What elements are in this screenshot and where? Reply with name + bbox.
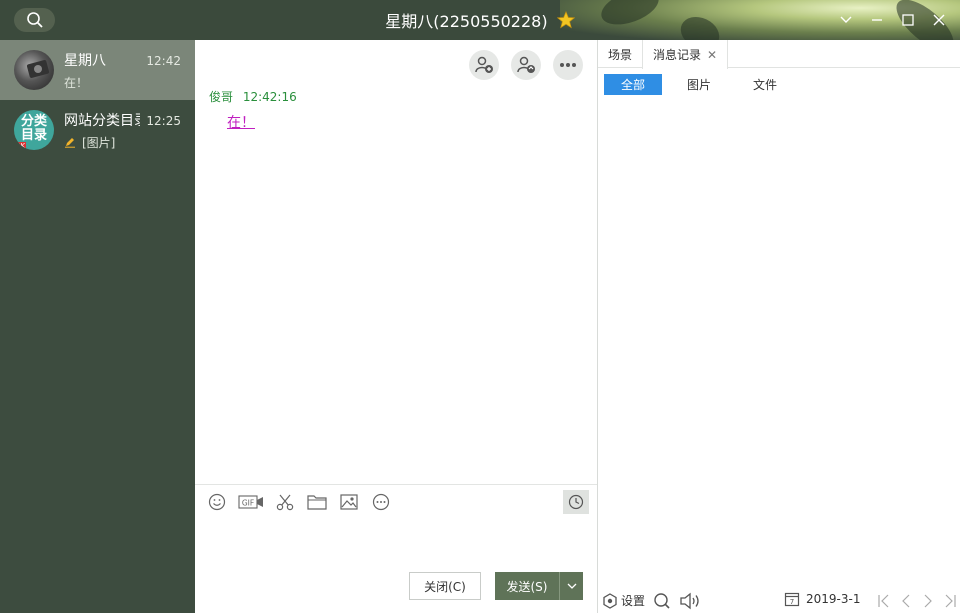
- screenshot-button[interactable]: [273, 490, 297, 514]
- chevron-down-icon: [840, 16, 851, 23]
- history-pager: [875, 592, 959, 610]
- send-image-button[interactable]: [337, 490, 361, 514]
- send-button-group: 发送(S): [495, 572, 583, 600]
- conversation-item[interactable]: 分类 目录 2K 网站分类目录 [图片] 12:25: [0, 100, 195, 160]
- more-tools-button[interactable]: [369, 490, 393, 514]
- gif-icon: GIF: [238, 495, 263, 509]
- send-button[interactable]: 发送(S): [495, 572, 559, 600]
- input-divider: [195, 484, 597, 485]
- add-user-icon: [475, 56, 493, 73]
- avatar: 分类 目录 2K: [14, 110, 54, 150]
- share-contact-button[interactable]: [511, 50, 541, 80]
- window-title: 星期八(2250550228): [0, 8, 960, 32]
- conversation-time: 12:25: [146, 114, 181, 128]
- close-window-button[interactable]: [923, 8, 954, 32]
- input-toolbar: GIF: [205, 490, 393, 514]
- svg-text:7: 7: [790, 598, 794, 606]
- message-text[interactable]: 在！: [227, 112, 255, 132]
- more-icon: [560, 63, 576, 67]
- dropdown-button[interactable]: [830, 8, 861, 32]
- avatar: [14, 50, 54, 90]
- user-share-icon: [517, 56, 535, 73]
- first-page-button[interactable]: [875, 592, 893, 610]
- speaker-icon: [680, 592, 699, 609]
- date-picker[interactable]: 7 2019-3-1: [784, 591, 860, 607]
- conversation-name: 星期八: [64, 52, 106, 69]
- conversation-last-message: 在！: [64, 75, 89, 90]
- message-sender: 俊哥: [209, 90, 234, 104]
- chevron-left-icon: [902, 594, 910, 608]
- history-footer: 设置 7 2019-3-1: [598, 588, 960, 613]
- conversation-time: 12:42: [146, 54, 181, 68]
- settings-button[interactable]: 设置: [602, 592, 645, 609]
- side-panel: 场景 消息记录 ✕ 全部 图片 文件 设置 7 2019-3-1: [597, 40, 960, 613]
- message-header: 俊哥 12:42:16: [209, 88, 297, 105]
- filter-images[interactable]: 图片: [670, 74, 728, 95]
- first-page-icon: [878, 594, 889, 608]
- filter-all[interactable]: 全部: [604, 74, 662, 95]
- scissors-icon: [276, 494, 294, 511]
- emoji-button[interactable]: [205, 490, 229, 514]
- previous-page-button[interactable]: [897, 592, 915, 610]
- search-icon: [654, 592, 670, 609]
- window-title-text: 星期八(2250550228): [385, 12, 548, 31]
- tab-message-history[interactable]: 消息记录 ✕: [642, 40, 729, 69]
- emoji-icon: [208, 493, 226, 511]
- image-icon: [340, 494, 358, 510]
- title-bar: 星期八(2250550228): [0, 0, 960, 40]
- maximize-icon: [901, 14, 914, 26]
- conversation-item[interactable]: 星期八 在！ 12:42: [0, 40, 195, 100]
- avatar-image: [26, 60, 50, 78]
- close-button[interactable]: 关闭(C): [409, 572, 481, 600]
- side-panel-tabs: 场景 消息记录 ✕: [598, 40, 960, 69]
- message-history-button[interactable]: [563, 490, 589, 514]
- gear-icon: [603, 592, 617, 609]
- more-options-button[interactable]: [553, 50, 583, 80]
- history-filters: 全部 图片 文件: [604, 74, 794, 95]
- more-circle-icon: [372, 493, 390, 511]
- close-tab-icon[interactable]: ✕: [707, 48, 717, 62]
- conversation-list: 星期八 在！ 12:42 分类 目录 2K 网站分类目录 [图片] 12:25: [0, 40, 195, 613]
- search-history-button[interactable]: [653, 592, 671, 610]
- folder-icon: [307, 495, 327, 510]
- conversation-last-message: [图片]: [64, 134, 195, 151]
- calendar-icon: 7: [784, 592, 800, 607]
- star-icon: [556, 11, 575, 29]
- send-file-button[interactable]: [305, 490, 329, 514]
- svg-text:GIF: GIF: [242, 499, 254, 508]
- last-page-button[interactable]: [941, 592, 959, 610]
- minimize-icon: [871, 19, 882, 21]
- last-page-icon: [945, 594, 956, 608]
- minimize-button[interactable]: [861, 8, 892, 32]
- draft-pencil-icon: [65, 138, 75, 148]
- volume-button[interactable]: [679, 592, 701, 610]
- avatar-badge: 2K: [15, 142, 27, 150]
- send-options-button[interactable]: [559, 572, 583, 600]
- tab-scene[interactable]: 场景: [598, 40, 642, 68]
- chevron-down-icon: [567, 583, 576, 589]
- filter-files[interactable]: 文件: [736, 74, 794, 95]
- gif-button[interactable]: GIF: [237, 490, 265, 514]
- selected-date: 2019-3-1: [806, 592, 861, 606]
- add-friend-button[interactable]: [469, 50, 499, 80]
- conversation-name: 网站分类目录: [64, 112, 140, 129]
- clock-icon: [568, 494, 584, 510]
- close-icon: [933, 14, 944, 26]
- chat-panel: 俊哥 12:42:16 在！ GIF 关闭(C) 发送(S): [195, 40, 597, 613]
- maximize-button[interactable]: [892, 8, 923, 32]
- chevron-right-icon: [924, 594, 932, 608]
- next-page-button[interactable]: [919, 592, 937, 610]
- message-time: 12:42:16: [242, 90, 297, 104]
